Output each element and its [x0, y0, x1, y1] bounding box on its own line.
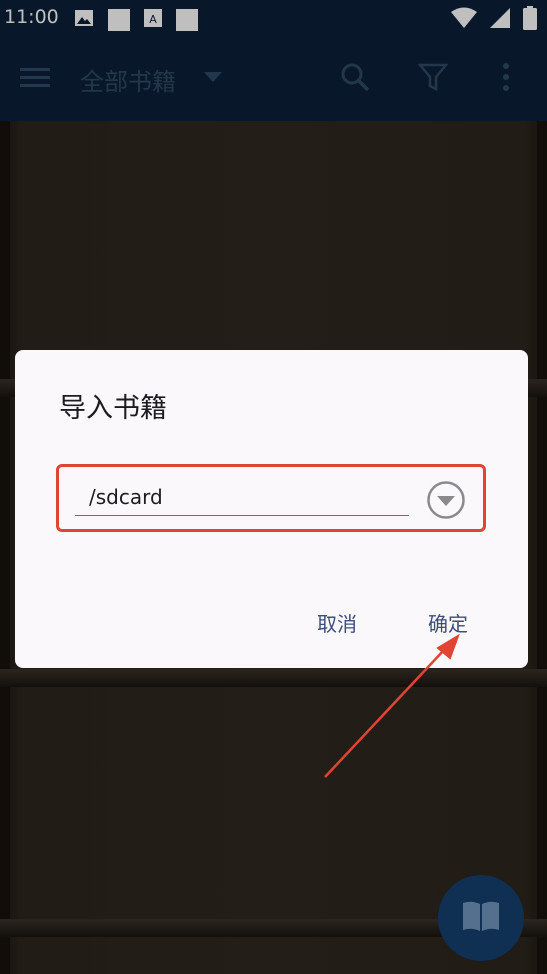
bookshelf-fab[interactable] [438, 875, 524, 961]
dialog-title: 导入书籍 [59, 393, 167, 424]
confirm-button[interactable]: 确定 [428, 608, 468, 637]
path-dropdown-icon[interactable] [426, 480, 466, 520]
cancel-button[interactable]: 取消 [317, 608, 357, 637]
import-books-dialog: 导入书籍 取消 确定 [15, 350, 528, 668]
book-icon [461, 899, 501, 937]
path-input[interactable] [75, 478, 409, 516]
